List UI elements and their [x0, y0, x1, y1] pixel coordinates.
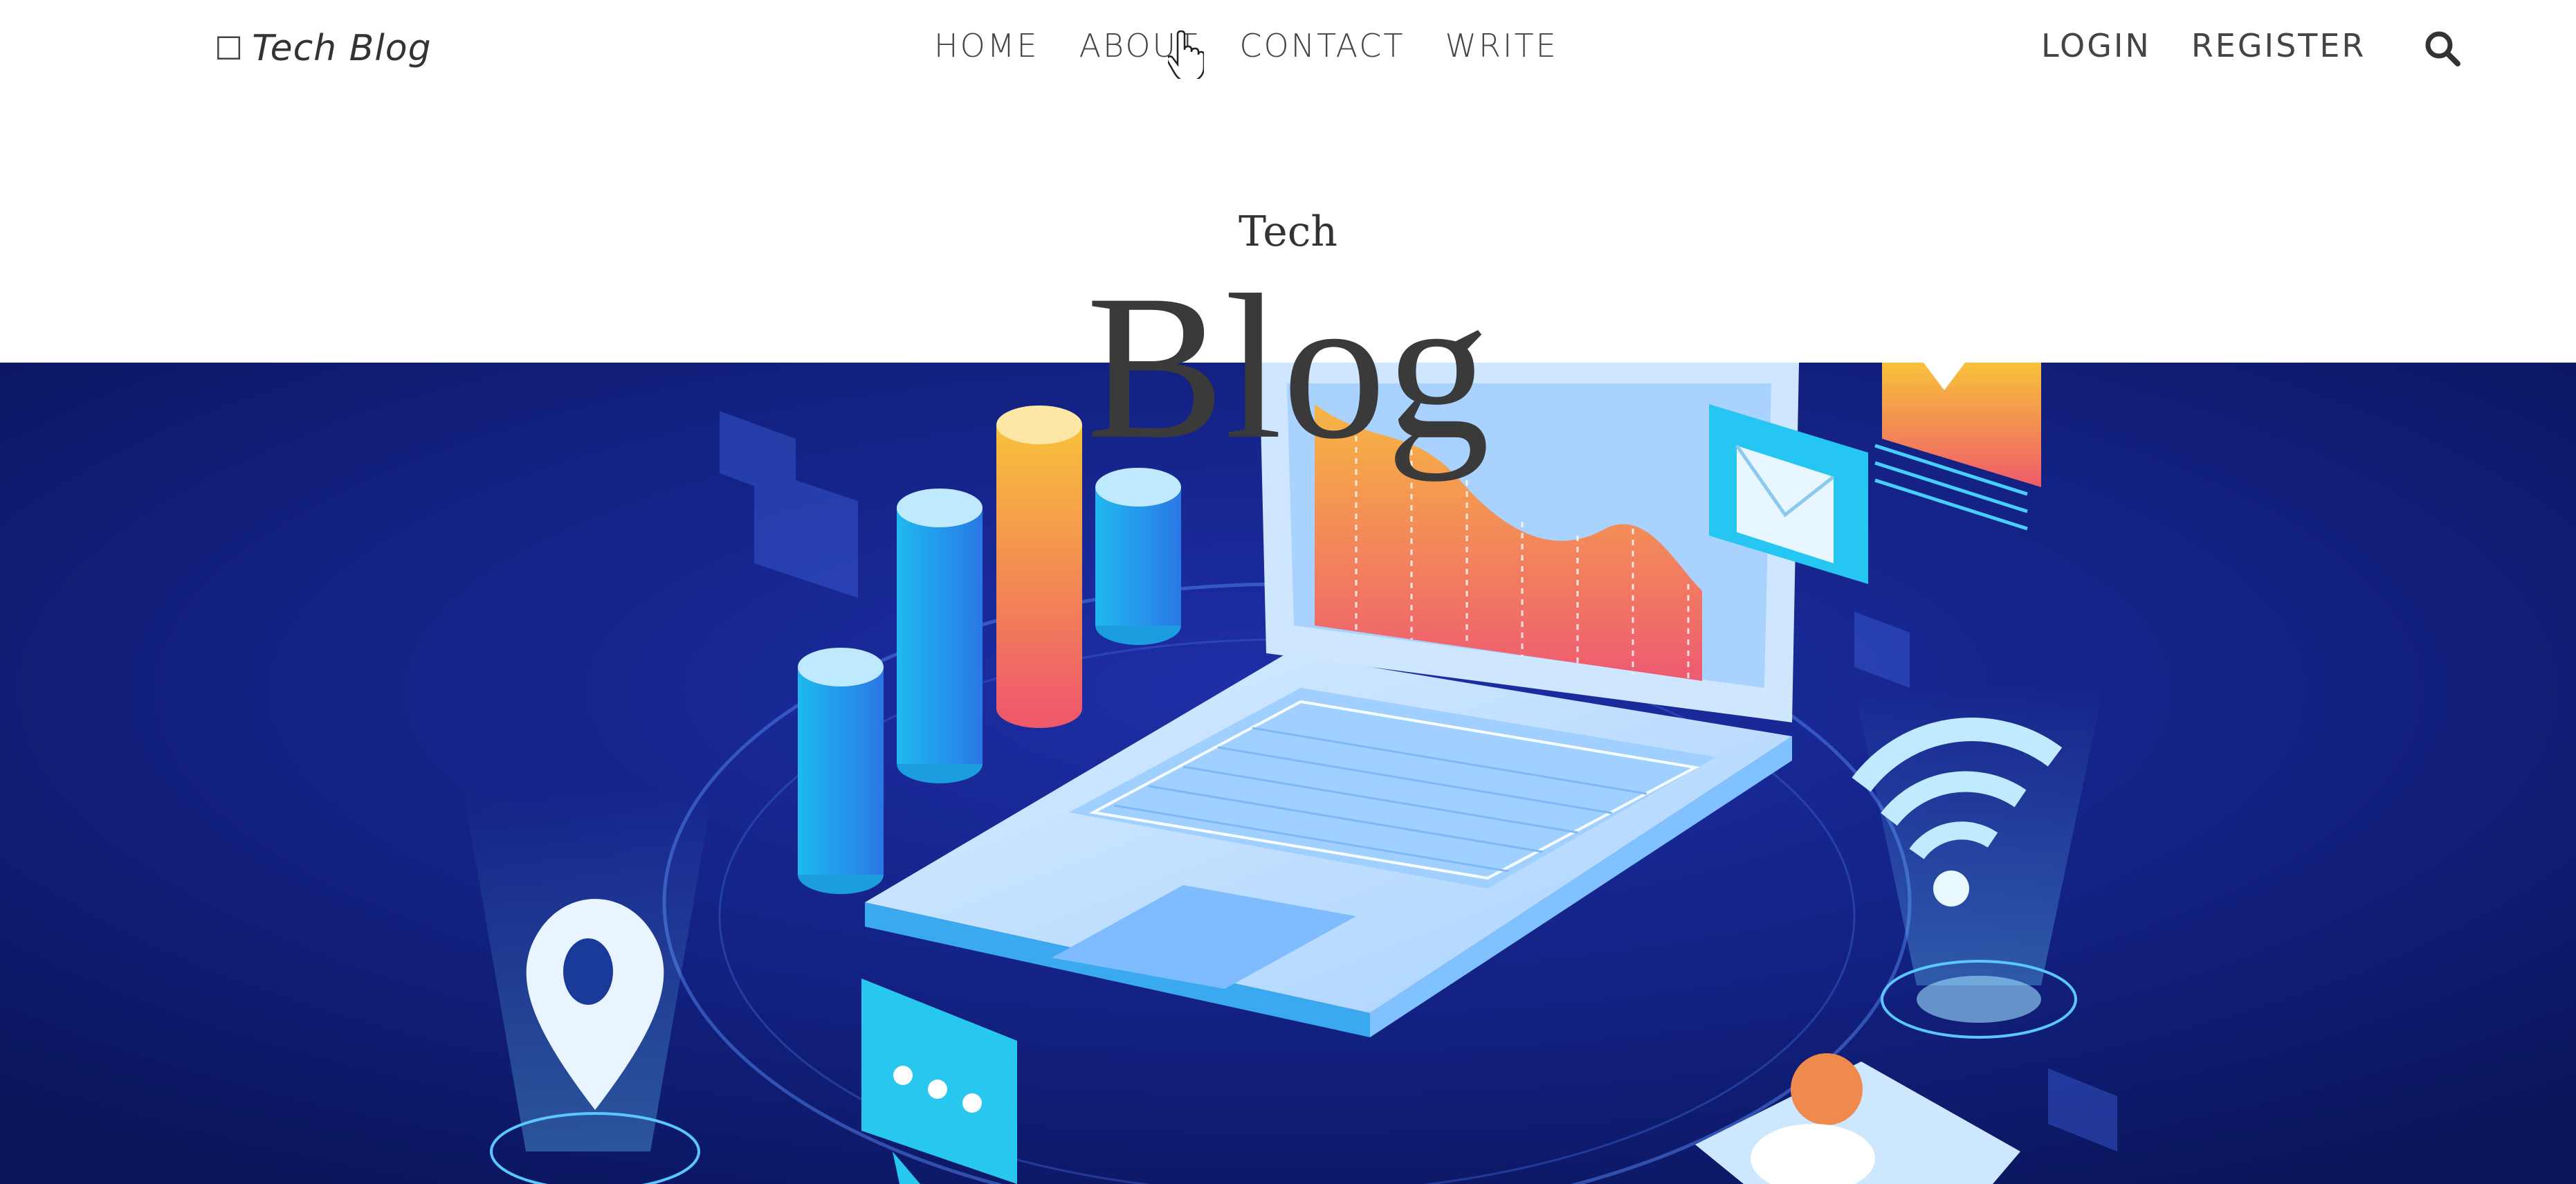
nav-write-link[interactable]: WRITE: [1445, 24, 1558, 68]
search-icon[interactable]: [2422, 28, 2463, 69]
brand-logo[interactable]: ☐ Tech Blog: [214, 24, 432, 73]
camera-icon: ☐: [214, 30, 244, 67]
brand-label: Tech Blog: [252, 28, 432, 69]
top-navbar: ☐ Tech Blog HOME ABOUT CONTACT WRITE LOG…: [0, 0, 2576, 97]
nav-register-link[interactable]: REGISTER: [2191, 24, 2366, 68]
hero-image: [0, 363, 2576, 1184]
hero-title-large: Blog: [1086, 252, 1490, 482]
hero-title-small: Tech: [1238, 208, 1338, 256]
nav-contact-link[interactable]: CONTACT: [1239, 24, 1405, 68]
page: ☐ Tech Blog HOME ABOUT CONTACT WRITE LOG…: [0, 0, 2576, 1184]
main-nav: HOME ABOUT CONTACT WRITE: [934, 24, 1558, 68]
auth-nav: LOGIN REGISTER: [2041, 24, 2366, 68]
nav-home-link[interactable]: HOME: [934, 24, 1039, 68]
nav-login-link[interactable]: LOGIN: [2041, 24, 2151, 68]
hand-cursor-icon: [1168, 30, 1204, 79]
